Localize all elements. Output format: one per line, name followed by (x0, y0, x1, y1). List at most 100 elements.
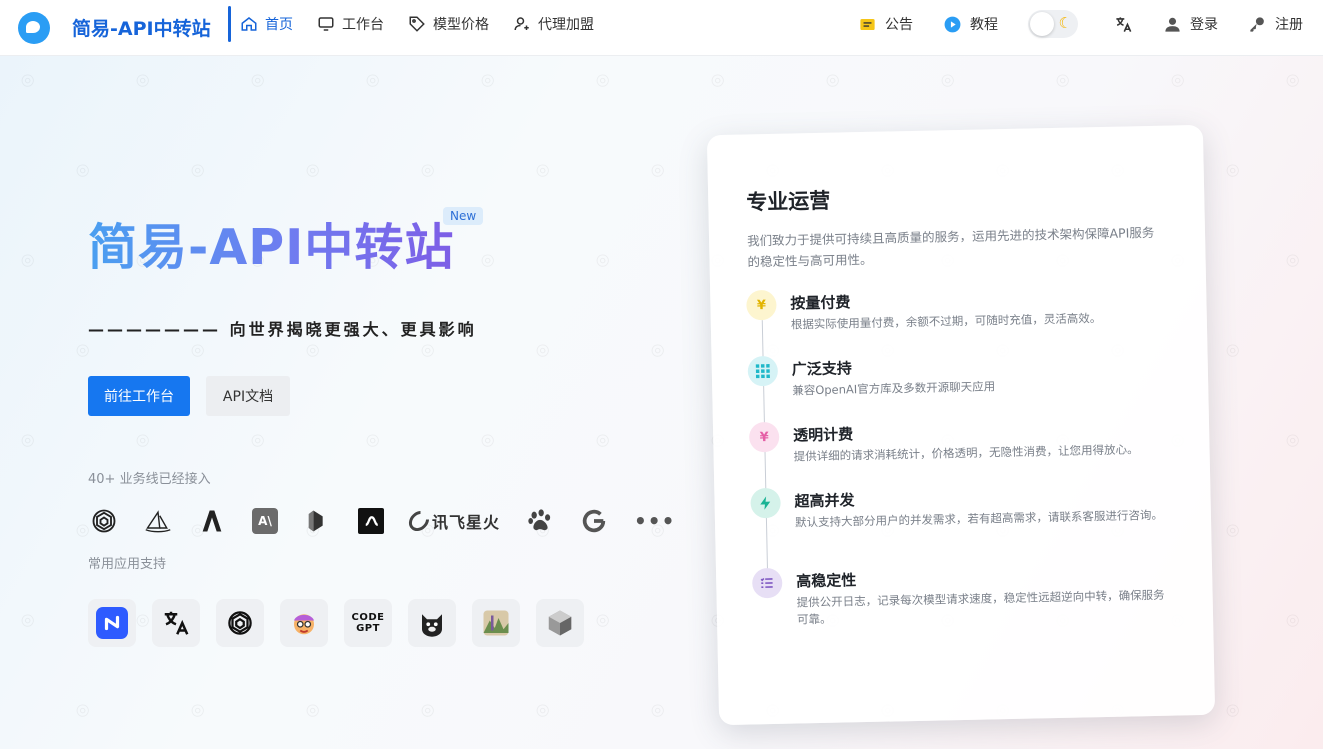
new-badge: New (443, 207, 484, 225)
feature-title: 广泛支持 (791, 359, 852, 379)
nav-item-agent[interactable]: 代理加盟 (513, 14, 594, 34)
baidu-icon[interactable] (526, 507, 554, 535)
feature-item: ¥ 透明计费 提供详细的请求消耗统计，价格透明，无隐性消费，让您用得放心。 (748, 414, 1169, 464)
login-button[interactable]: 登录 (1163, 14, 1218, 34)
header-actions: 公告 教程 ☾ 登录 注册 (858, 0, 1323, 48)
main-nav: 首页 工作台 模型价格 代理加盟 (240, 0, 618, 48)
translate-icon (1116, 16, 1132, 32)
watermark-mark: ◎ (1280, 67, 1304, 92)
brand-name[interactable]: 简易-API中转站 (72, 14, 211, 41)
watermark-mark: ◎ (645, 337, 669, 362)
watermark-mark: ◎ (705, 67, 729, 92)
feature-desc: 兼容OpenAI官方库及多数开源聊天应用 (792, 379, 996, 398)
language-button[interactable] (1114, 15, 1133, 34)
watermark-mark: ◎ (300, 157, 324, 182)
watermark-mark: ◎ (820, 67, 844, 92)
notice-label: 公告 (885, 17, 913, 33)
nav-item-label: 工作台 (342, 17, 384, 33)
cat-app-icon[interactable] (408, 599, 456, 647)
theme-toggle[interactable]: ☾ (1028, 10, 1078, 38)
watermark-mark: ◎ (415, 157, 439, 182)
codegpt-icon[interactable]: CODE GPT (344, 599, 392, 647)
watermark-mark: ◎ (590, 247, 614, 272)
xunfei-text: 讯飞星火 (432, 513, 501, 532)
translate-icon[interactable] (152, 599, 200, 647)
feature-title: 按量付费 (790, 293, 851, 313)
feature-desc: 提供详细的请求消耗统计，价格透明，无隐性消费，让您用得放心。 (793, 442, 1139, 464)
watermark-mark: ◎ (185, 337, 209, 362)
nav-divider (228, 6, 231, 42)
watermark-mark: ◎ (300, 337, 324, 362)
feature-desc: 根据实际使用量付费，余额不过期，可随时充值，灵活高效。 (790, 311, 1102, 332)
feature-item: 广泛支持 兼容OpenAI官方库及多数开源聊天应用 (747, 348, 1168, 398)
watermark-mark: ◎ (415, 337, 439, 362)
cube-app-icon[interactable] (536, 599, 584, 647)
watermark-mark: ◎ (1280, 607, 1304, 632)
go-to-workbench-button[interactable]: 前往工作台 (88, 376, 190, 416)
app-n-icon[interactable] (88, 599, 136, 647)
watermark-mark: ◎ (530, 157, 554, 182)
watermark-mark: ◎ (645, 157, 669, 182)
nav-item-pricing[interactable]: 模型价格 (408, 14, 489, 34)
watermark-mark: ◎ (935, 67, 959, 92)
nav-item-label: 代理加盟 (538, 17, 594, 33)
watermark-mark: ◎ (530, 337, 554, 362)
tutorial-button[interactable]: 教程 (943, 14, 998, 34)
watermark-mark: ◎ (185, 697, 209, 722)
zhipu-icon[interactable] (358, 507, 384, 535)
toggle-knob (1030, 12, 1054, 36)
register-button[interactable]: 注册 (1248, 14, 1303, 34)
watermark-mark: ◎ (415, 697, 439, 722)
nav-item-label: 首页 (265, 17, 293, 33)
grid-icon (747, 355, 779, 387)
watermark-mark: ◎ (360, 427, 384, 452)
user-icon (1165, 17, 1180, 32)
claude-icon[interactable]: A\ (252, 507, 278, 535)
feature-item: 高稳定性 提供公开日志，记录每次模型请求速度，稳定性远超逆向中转，确保服务可靠。 (751, 560, 1172, 626)
feature-title: 透明计费 (792, 425, 854, 445)
landscape-app-icon[interactable] (472, 599, 520, 647)
midjourney-icon[interactable] (144, 507, 172, 535)
anthropic-icon[interactable] (198, 507, 226, 535)
notice-button[interactable]: 公告 (858, 14, 913, 34)
user-add-icon (514, 17, 529, 31)
xunfei-icon[interactable]: 讯飞星火 (404, 506, 501, 536)
watermark-mark: ◎ (130, 427, 154, 452)
google-icon[interactable] (580, 507, 608, 535)
watermark-mark: ◎ (530, 697, 554, 722)
nav-item-workbench[interactable]: 工作台 (317, 14, 384, 34)
feature-title: 超高并发 (794, 491, 855, 511)
register-label: 注册 (1275, 17, 1303, 33)
key-icon (1250, 16, 1264, 32)
xunfei-drop-icon (404, 506, 434, 536)
more-icon[interactable]: ••• (634, 507, 675, 535)
feature-title: 高稳定性 (796, 571, 857, 591)
provider-logos: A\ 讯飞星火 ••• (90, 506, 701, 536)
chatgpt-icon[interactable] (216, 599, 264, 647)
feature-card: 专业运营 我们致力于提供可持续且高质量的服务，运用先进的技术架构保障API服务的… (706, 124, 1216, 726)
watermark-mark: ◎ (360, 67, 384, 92)
avatar-app-icon[interactable] (280, 599, 328, 647)
yen-icon: ¥ (748, 421, 780, 453)
openai-icon[interactable] (90, 507, 118, 535)
watermark-mark: ◎ (1220, 517, 1244, 542)
feature-item: ¥ 按量付费 根据实际使用量付费，余额不过期，可随时充值，灵活高效。 (746, 282, 1166, 332)
deepseek-icon[interactable] (304, 507, 332, 535)
watermark-mark: ◎ (475, 67, 499, 92)
card-title: 专业运营 (746, 188, 831, 215)
watermark-mark: ◎ (130, 67, 154, 92)
watermark-mark: ◎ (1220, 337, 1244, 362)
watermark-mark: ◎ (1280, 247, 1304, 272)
watermark-mark: ◎ (1220, 157, 1244, 182)
login-label: 登录 (1190, 17, 1218, 33)
feature-desc: 默认支持大部分用户的并发需求，若有超高需求，请联系客服进行咨询。 (794, 507, 1164, 530)
watermark-mark: ◎ (185, 157, 209, 182)
hero-tagline: ——————— 向世界揭晓更强大、更具影响 (88, 320, 477, 339)
brand-logo-icon[interactable] (18, 12, 50, 44)
nav-item-home[interactable]: 首页 (240, 14, 293, 34)
api-docs-button[interactable]: API文档 (206, 376, 290, 416)
watermark-mark: ◎ (245, 427, 269, 452)
hero-title: 简易-API中转站 (88, 208, 454, 279)
nav-item-label: 模型价格 (433, 17, 489, 33)
coin-icon: ¥ (746, 289, 777, 321)
